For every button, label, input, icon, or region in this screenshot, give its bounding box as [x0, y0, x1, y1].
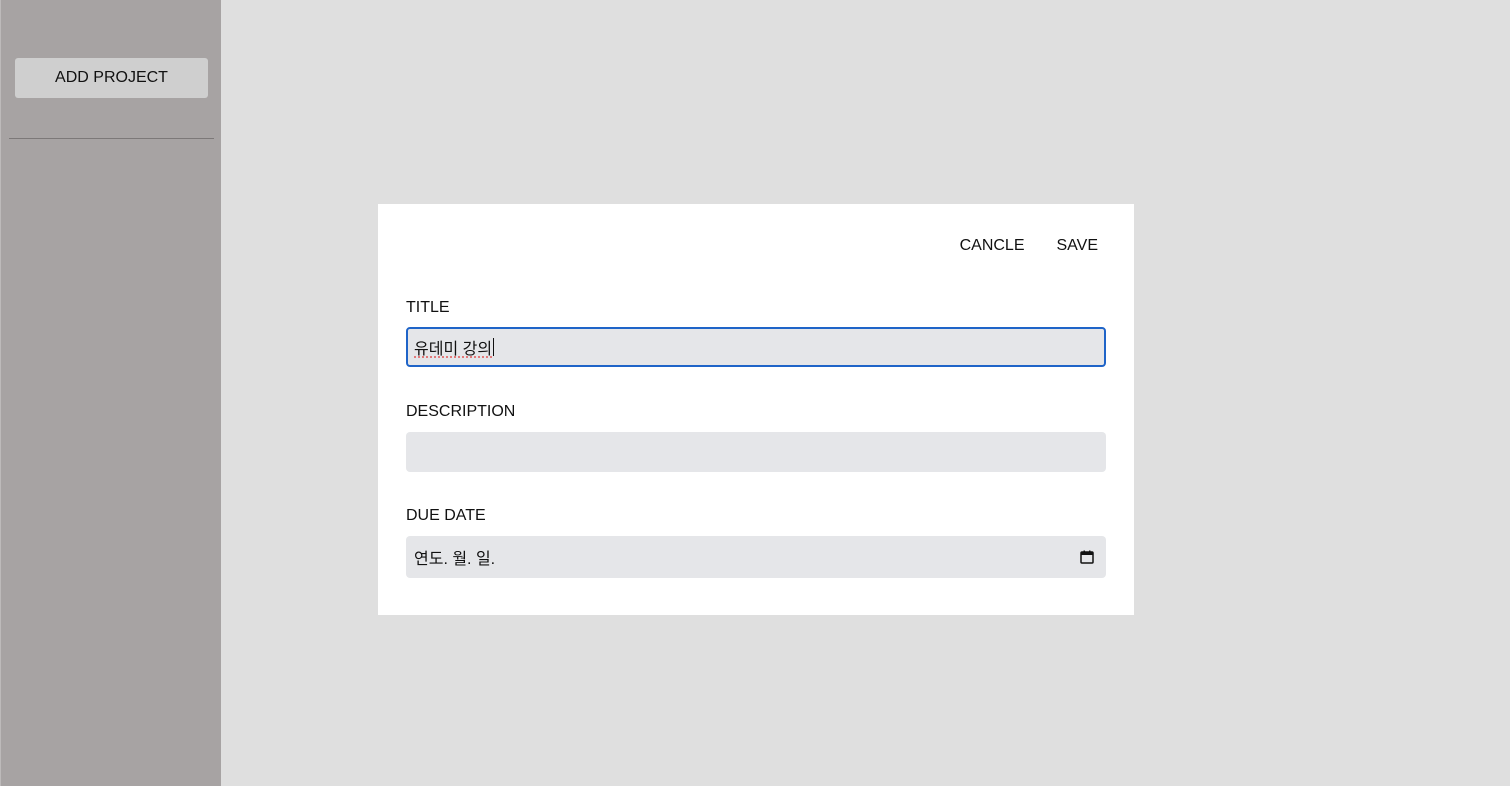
due-date-label: DUE DATE	[406, 507, 486, 524]
description-label: DESCRIPTION	[406, 403, 516, 420]
title-input-value: 유데미 강의	[414, 341, 493, 358]
due-date-placeholder: 연도. 월. 일.	[414, 551, 496, 568]
sidebar-divider	[9, 138, 214, 139]
text-caret	[493, 338, 495, 356]
cancel-button[interactable]: CANCLE	[960, 236, 1025, 256]
due-date-input[interactable]: 연도. 월. 일.	[406, 536, 1106, 578]
form-actions: CANCLE SAVE	[960, 236, 1098, 256]
title-label: TITLE	[406, 299, 450, 316]
new-project-form: CANCLE SAVE TITLE 유데미 강의 DESCRIPTION DUE…	[378, 204, 1134, 615]
sidebar: ADD PROJECT	[0, 0, 221, 786]
description-input[interactable]	[406, 432, 1106, 472]
title-input[interactable]: 유데미 강의	[406, 327, 1106, 367]
save-button[interactable]: SAVE	[1057, 236, 1099, 256]
add-project-button[interactable]: ADD PROJECT	[15, 58, 208, 98]
calendar-icon[interactable]	[1080, 550, 1094, 564]
